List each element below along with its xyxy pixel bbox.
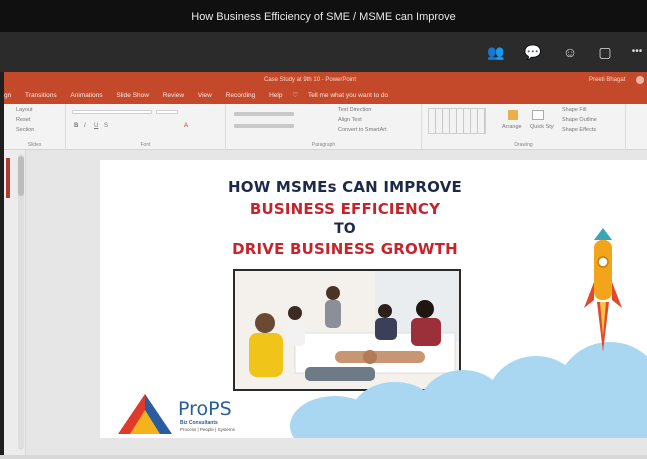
tab-transitions[interactable]: Transitions	[19, 88, 63, 104]
quick-styles-icon	[532, 110, 544, 120]
logo-subtitle: Biz Consultants	[180, 420, 218, 426]
bullets-controls[interactable]	[234, 112, 294, 116]
shape-effects-button[interactable]: Shape Effects	[562, 127, 596, 133]
chat-icon[interactable]: 💬	[524, 43, 542, 61]
tab-view[interactable]: View	[192, 88, 218, 104]
tab-recording[interactable]: Recording	[220, 88, 262, 104]
tab-design[interactable]: gn	[4, 88, 17, 104]
ribbon-group-slides: Layout Reset Section Slides	[4, 104, 66, 150]
user-avatar[interactable]	[636, 76, 644, 84]
tab-review[interactable]: Review	[157, 88, 190, 104]
ribbon-group-font: B I U S A Font	[66, 104, 226, 150]
arrange-icon	[508, 110, 518, 120]
logo-tagline: Process | People | Systems	[180, 427, 235, 432]
ribbon-group-paragraph: Text Direction Align Text Convert to Sma…	[226, 104, 422, 150]
props-logo-icon	[118, 394, 172, 434]
reset-button[interactable]: Reset	[16, 117, 30, 123]
ribbon-tabs: gn Transitions Animations Slide Show Rev…	[4, 88, 647, 104]
tab-help[interactable]: Help	[263, 88, 288, 104]
tab-animations[interactable]: Animations	[64, 88, 108, 104]
section-button[interactable]: Section	[16, 127, 34, 133]
lightbulb-icon: ♡	[292, 92, 299, 99]
arrange-button[interactable]: Arrange	[502, 124, 522, 130]
call-control-bar: 👥 💬 ☺ ▢ •••	[0, 32, 647, 72]
team-meeting-photo	[233, 269, 461, 391]
italic-button[interactable]: I	[84, 123, 86, 129]
font-size-box[interactable]	[156, 110, 178, 114]
slide-title-line-3: TO	[334, 221, 356, 237]
text-direction-button[interactable]: Text Direction	[338, 107, 371, 113]
slide-title-line-4: DRIVE BUSINESS GROWTH	[232, 240, 458, 258]
drawing-group-label: Drawing	[514, 142, 533, 148]
meeting-title-bar: How Business Efficiency of SME / MSME ca…	[0, 0, 647, 32]
powerpoint-user-name: Preeti Bhagat	[589, 77, 626, 83]
slide-title-line-2: BUSINESS EFFICIENCY	[249, 200, 441, 218]
ribbon-group-drawing: Arrange Quick Styles Shape Fill Shape Ou…	[422, 104, 626, 150]
tell-me-search[interactable]: Tell me what you want to do	[302, 88, 394, 104]
share-screen-icon[interactable]: ▢	[596, 43, 614, 61]
status-bar	[0, 455, 647, 459]
team-photo-illustration	[235, 271, 459, 389]
participants-icon[interactable]: 👥	[487, 43, 505, 61]
scrollbar-thumb[interactable]	[18, 156, 24, 196]
shape-fill-button[interactable]: Shape Fill	[562, 107, 586, 113]
quick-styles-button[interactable]: Quick Styles	[530, 124, 554, 130]
bold-button[interactable]: B	[74, 123, 78, 129]
slide-canvas[interactable]: HOW MSMEs CAN IMPROVE BUSINESS EFFICIENC…	[100, 160, 647, 438]
layout-button[interactable]: Layout	[16, 107, 33, 113]
logo-name: ProPS	[178, 398, 232, 420]
meeting-title: How Business Efficiency of SME / MSME ca…	[191, 11, 456, 23]
underline-button[interactable]: U	[94, 123, 98, 129]
shapes-gallery[interactable]	[428, 108, 486, 134]
font-name-box[interactable]	[72, 110, 152, 114]
alignment-controls[interactable]	[234, 124, 294, 128]
strikethrough-button[interactable]: S	[104, 123, 108, 129]
slide-thumbnail-pane	[4, 150, 26, 455]
ribbon: Layout Reset Section Slides B I U S A Fo…	[4, 104, 647, 150]
font-color-button[interactable]: A	[184, 123, 188, 129]
font-group-label: Font	[140, 142, 151, 148]
slides-group-label: Slides	[27, 142, 42, 148]
powerpoint-window-title: Case Study at 9th 10 - PowerPoint	[264, 77, 357, 83]
shape-outline-button[interactable]: Shape Outline	[562, 117, 597, 123]
rocket-icon	[584, 228, 622, 352]
selected-slide-marker[interactable]	[6, 158, 10, 198]
reactions-icon[interactable]: ☺	[561, 43, 579, 61]
slide-title-line-1: HOW MSMEs CAN IMPROVE	[228, 178, 462, 196]
tab-slide-show[interactable]: Slide Show	[110, 88, 155, 104]
cloud-shape	[400, 404, 647, 438]
powerpoint-title-bar: Case Study at 9th 10 - PowerPoint Preeti…	[4, 72, 647, 88]
more-options-icon[interactable]: •••	[628, 43, 646, 61]
paragraph-group-label: Paragraph	[311, 142, 336, 148]
align-text-button[interactable]: Align Text	[338, 117, 362, 123]
thumbnail-scrollbar[interactable]	[18, 154, 24, 450]
convert-smartart-button[interactable]: Convert to SmartArt	[338, 127, 387, 133]
